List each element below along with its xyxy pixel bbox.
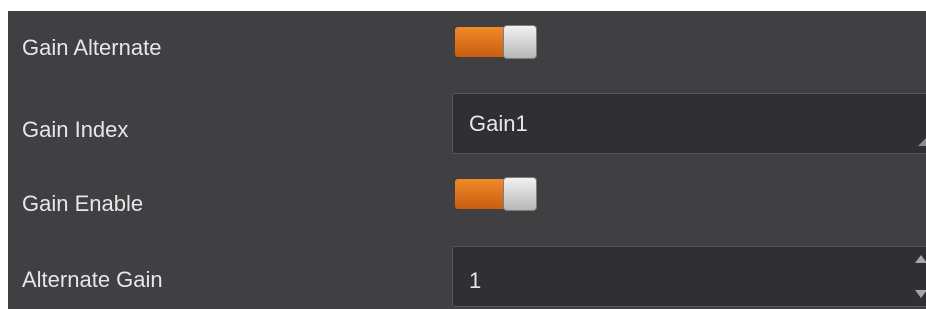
- gain-enable-label: Gain Enable: [22, 191, 144, 216]
- gain-alternate-label: Gain Alternate: [22, 35, 162, 60]
- toggle-knob: [503, 25, 537, 59]
- resize-grip-icon: [918, 137, 926, 146]
- down-triangle-icon[interactable]: [915, 290, 926, 298]
- up-triangle-icon[interactable]: [915, 255, 926, 263]
- property-panel: Gain Alternate Gain Index Gain1 Gain Ena…: [8, 11, 926, 309]
- gain-enable-toggle[interactable]: [455, 177, 537, 211]
- gain-index-label: Gain Index: [22, 117, 129, 142]
- gain-index-dropdown[interactable]: Gain1: [452, 93, 926, 154]
- gain-alternate-toggle[interactable]: [455, 25, 537, 59]
- alternate-gain-label: Alternate Gain: [22, 267, 163, 292]
- toggle-knob: [503, 177, 537, 211]
- alternate-gain-value: 1: [469, 268, 482, 293]
- alternate-gain-spinbox[interactable]: 1: [452, 246, 926, 307]
- gain-index-value: Gain1: [469, 111, 528, 136]
